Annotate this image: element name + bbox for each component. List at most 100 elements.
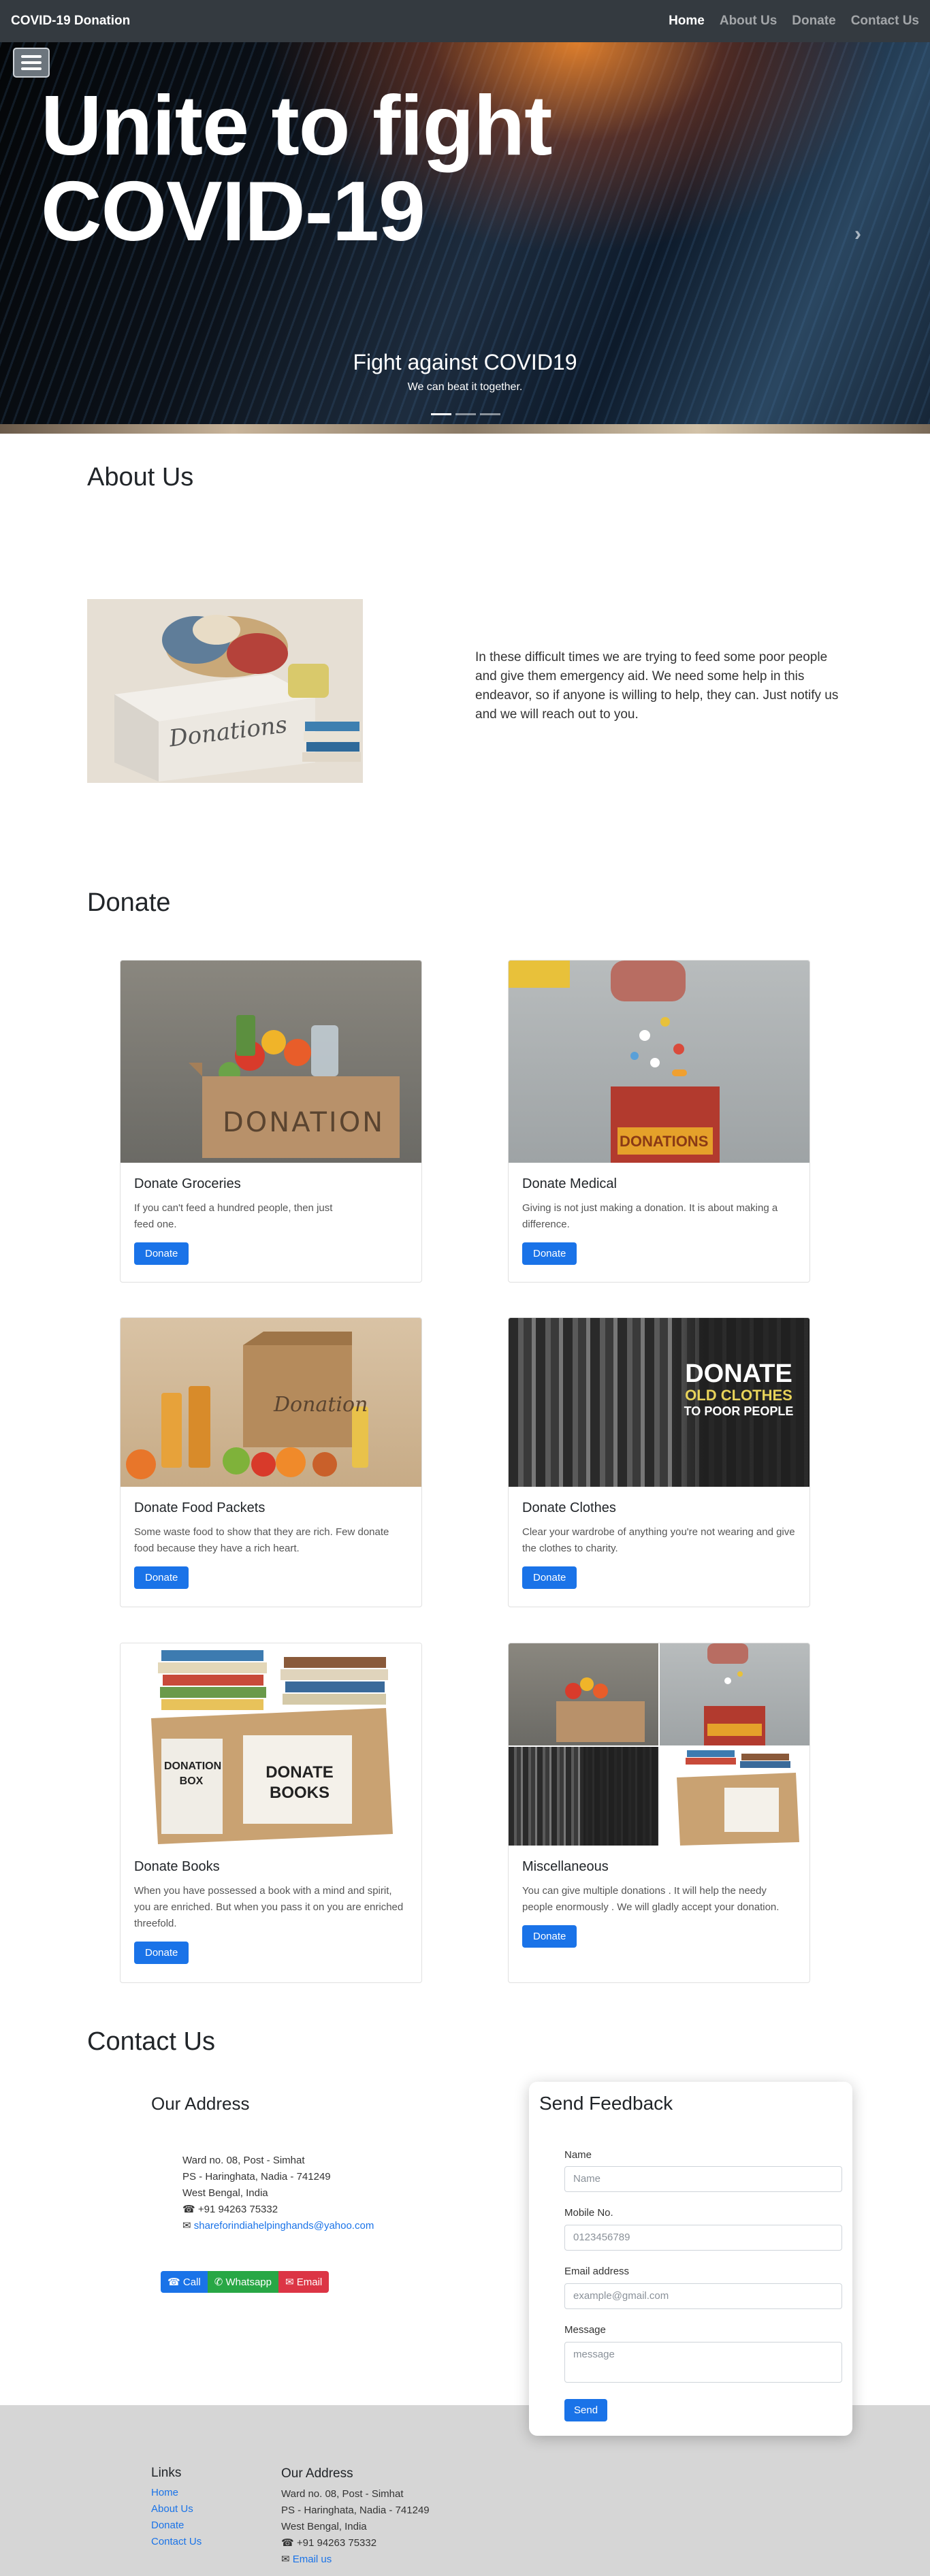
brand-title[interactable]: COVID-19 Donation [11,14,130,29]
medical-image: DONATIONS [509,961,809,1163]
donate-button[interactable]: Donate [522,1925,577,1948]
card-text: When you have possessed a book with a mi… [134,1885,404,1929]
about-title: About Us [87,463,194,492]
books-image-label-2: DONATION BOX [164,1760,222,1787]
footer-phone: +91 94263 75332 [296,2537,377,2549]
clothes-image-label-2: OLD CLOTHES [685,1387,792,1404]
mobile-input[interactable]: 0123456789 [564,2225,842,2251]
misc-tile-books [660,1747,809,1846]
card-title: Donate Books [134,1859,220,1874]
message-textarea[interactable]: message [564,2342,842,2383]
card-title: Miscellaneous [522,1859,609,1874]
card-title: Donate Food Packets [134,1500,266,1515]
footer-phone-line: ☎ +91 94263 75332 [281,2535,430,2551]
nav-link-donate[interactable]: Donate [792,14,835,29]
misc-tile-groceries [509,1643,658,1745]
about-image: Donations [87,599,363,783]
card-title: Donate Medical [522,1176,617,1191]
hero-title: Unite to fight COVID-19 [41,79,552,259]
donate-card-miscellaneous: Miscellaneous You can give multiple dona… [508,1643,810,1983]
whatsapp-icon: ✆ [214,2276,223,2288]
donate-card-groceries: DONATION Donate Groceries If you can't f… [120,960,422,1283]
feedback-card: Send Feedback Name Name Mobile No. 01234… [529,2082,852,2436]
clothes-image-label-3: TO POOR PEOPLE [684,1404,794,1418]
phone-icon: ☎ [182,2204,195,2215]
donate-card-clothes: DONATE OLD CLOTHES TO POOR PEOPLE Donate… [508,1317,810,1607]
nav-link-home[interactable]: Home [669,14,705,29]
email-button[interactable]: ✉ Email [278,2271,330,2293]
feedback-title: Send Feedback [539,2093,673,2114]
mobile-label: Mobile No. [564,2207,613,2219]
card-text: You can give multiple donations . It wil… [522,1885,780,1913]
whatsapp-button[interactable]: ✆ Whatsapp [207,2271,278,2293]
phone-number: +91 94263 75332 [197,2204,278,2215]
misc-tile-clothes-overlay [583,1747,658,1846]
name-input[interactable]: Name [564,2166,842,2192]
carousel-indicator[interactable] [431,413,451,415]
donate-button[interactable]: Donate [134,1242,189,1265]
footer-link-home[interactable]: Home [151,2485,202,2501]
donate-button[interactable]: Donate [522,1566,577,1589]
address-line: Ward no. 08, Post - Simhat [182,2155,305,2166]
card-title: Donate Groceries [134,1176,241,1191]
call-button[interactable]: ☎ Call [161,2271,208,2293]
nav-links: Home About Us Donate Contact Us [669,14,919,29]
food-packets-image-label: Donation [274,1393,368,1417]
name-label: Name [564,2149,592,2161]
footer-address-line: West Bengal, India [281,2521,367,2532]
phone-icon: ☎ [281,2537,294,2549]
footer-link-donate[interactable]: Donate [151,2517,202,2534]
email-label: Email address [564,2266,630,2277]
food-packets-image: Donation [121,1318,421,1487]
footer-address: Our Address Ward no. 08, Post - Simhat P… [281,2466,430,2568]
carousel-indicator[interactable] [480,413,500,415]
hero-carousel: Unite to fight COVID-19 › Fight against … [0,42,930,434]
carousel-indicators [431,413,500,415]
donate-button[interactable]: Donate [522,1242,577,1265]
phone-icon: ☎ [167,2276,180,2288]
card-text: Some waste food to show that they are ri… [134,1526,389,1554]
hero-bottom-band [0,424,930,434]
groceries-image-label: DONATION [223,1107,385,1138]
email-button-label: Email [296,2276,323,2288]
groceries-image: DONATION [121,961,421,1163]
contact-title: Contact Us [87,2027,215,2056]
address-line: PS - Haringhata, Nadia - 741249 [182,2171,331,2183]
hero-caption-title: Fight against COVID19 [353,350,577,374]
email-input[interactable]: example@gmail.com [564,2283,842,2309]
address-line: West Bengal, India [182,2187,268,2199]
email-link[interactable]: shareforindiahelpinghands@yahoo.com [194,2220,374,2232]
clothes-image: DONATE OLD CLOTHES TO POOR PEOPLE [509,1318,809,1487]
footer-address-heading: Our Address [281,2466,353,2481]
about-text: In these difficult times we are trying t… [475,650,839,722]
carousel-indicator[interactable] [455,413,476,415]
hero-title-line1: Unite to fight [41,79,552,173]
donate-title: Donate [87,888,171,917]
books-image-label-1: DONATE BOOKS [266,1763,334,1802]
books-image: DONATE BOOKS DONATION BOX [121,1643,421,1846]
clothes-image-label-1: DONATE [685,1359,792,1388]
donate-button[interactable]: Donate [134,1566,189,1589]
call-button-label: Call [182,2276,201,2288]
card-text: If you can't feed a hundred people, then… [134,1202,333,1230]
footer-email-link[interactable]: Email us [293,2554,332,2565]
phone-line: ☎ +91 94263 75332 [182,2202,374,2218]
menu-icon[interactable] [13,48,50,78]
envelope-icon: ✉ [281,2554,290,2565]
donate-card-medical: DONATIONS Donate Medical Giving is not j… [508,960,810,1283]
nav-link-about[interactable]: About Us [720,14,777,29]
footer-link-contact[interactable]: Contact Us [151,2534,202,2550]
hero-caption-text: We can beat it together. [407,381,523,393]
miscellaneous-image [509,1643,809,1846]
chevron-right-icon[interactable]: › [854,223,861,246]
donate-card-food-packets: Donation Donate Food Packets Some waste … [120,1317,422,1607]
nav-link-contact[interactable]: Contact Us [851,14,919,29]
hero-title-line2: COVID-19 [41,165,426,259]
send-button[interactable]: Send [564,2399,608,2421]
donate-button[interactable]: Donate [134,1942,189,1964]
contact-buttons: ☎ Call ✆ Whatsapp ✉ Email [161,2271,330,2293]
card-text: Clear your wardrobe of anything you're n… [522,1526,795,1554]
donate-card-books: DONATE BOOKS DONATION BOX Donate Books W… [120,1643,422,1983]
footer-links: Links Home About Us Donate Contact Us [151,2466,202,2550]
footer-link-about[interactable]: About Us [151,2501,202,2517]
